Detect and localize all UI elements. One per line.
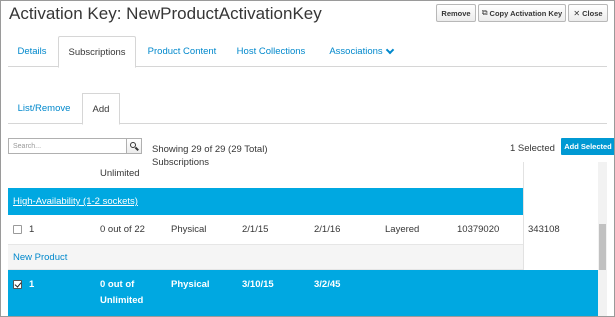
row-attached-line1: 0 out of: [100, 279, 135, 290]
table-scrollbar[interactable]: [598, 162, 607, 316]
tab-details[interactable]: Details: [8, 36, 56, 67]
table-row-selected: 1 0 out of Unlimited Physical 3/10/15 3/…: [8, 270, 598, 316]
tab-host-collections[interactable]: Host Collections: [228, 36, 314, 67]
tab-subscriptions-label: Subscriptions: [68, 46, 126, 58]
row-checkbox-checked[interactable]: [13, 280, 22, 289]
table-row: 1 0 out of 22 Physical 2/1/15 2/1/16 Lay…: [8, 215, 598, 244]
search-placeholder: Search...: [13, 142, 42, 150]
page-title: Activation Key: NewProductActivationKey: [9, 4, 322, 23]
activation-key-panel: Activation Key: NewProductActivationKey …: [0, 0, 615, 317]
row-type: Physical: [171, 279, 210, 290]
row-attached: 0 out of 22: [100, 224, 145, 235]
copy-button-label: Copy Activation Key: [489, 8, 563, 18]
chevron-down-icon: [385, 45, 394, 54]
tab-details-label: Details: [17, 46, 47, 57]
tab-list-remove[interactable]: List/Remove: [8, 93, 80, 124]
subscriptions-table: Unlimited High-Availability (1-2 sockets…: [8, 162, 598, 316]
row-attached-line2: Unlimited: [100, 295, 144, 306]
row-type: Physical: [171, 224, 207, 235]
tab-product-content-label: Product Content: [147, 46, 217, 57]
tab-host-collections-label: Host Collections: [236, 46, 306, 57]
close-icon: ✕: [573, 8, 581, 18]
tab-list-remove-label: List/Remove: [17, 103, 71, 114]
sub-tabs: List/Remove Add: [8, 93, 607, 125]
close-button[interactable]: ✕ Close: [568, 4, 608, 22]
remove-button[interactable]: Remove: [436, 4, 476, 22]
row-start-date: 3/10/15: [242, 279, 274, 290]
group-link-new-product[interactable]: New Product: [13, 252, 67, 263]
main-tabs: Details Subscriptions Product Content Ho…: [8, 36, 607, 68]
row-quantity: 1: [29, 279, 35, 290]
copy-activation-key-button[interactable]: ⧉ Copy Activation Key: [478, 4, 566, 22]
add-selected-button[interactable]: Add Selected: [561, 138, 614, 155]
remove-button-label: Remove: [441, 8, 471, 18]
scrollbar-thumb[interactable]: [599, 224, 606, 270]
add-selected-label: Add Selected: [564, 142, 612, 151]
search-input[interactable]: Search...: [8, 138, 126, 154]
group-header-high-availability: High-Availability (1-2 sockets): [8, 188, 523, 215]
tab-add-label: Add: [92, 103, 110, 115]
copy-icon: ⧉: [481, 8, 488, 17]
search-icon: [130, 142, 139, 151]
row-account: 343108: [528, 224, 560, 235]
tab-associations-label: Associations: [329, 46, 383, 57]
tab-add[interactable]: Add: [82, 93, 120, 125]
tab-subscriptions[interactable]: Subscriptions: [58, 36, 136, 68]
row-end-date: 2/1/16: [314, 224, 341, 235]
search-button[interactable]: [126, 138, 142, 154]
close-button-label: Close: [582, 8, 603, 18]
row-start-date: 2/1/15: [242, 224, 269, 235]
row-end-date: 3/2/45: [314, 279, 341, 290]
row-quantity: 1: [29, 224, 35, 235]
selected-count: 1 Selected: [510, 143, 555, 154]
row-contract: 10379020: [457, 224, 500, 235]
group-header-new-product: New Product: [8, 244, 523, 270]
group-link-high-availability[interactable]: High-Availability (1-2 sockets): [13, 196, 138, 207]
row-checkbox[interactable]: [13, 225, 22, 234]
partial-row-value: Unlimited: [100, 168, 140, 179]
row-support-level: Layered: [385, 224, 420, 235]
tab-product-content[interactable]: Product Content: [138, 36, 226, 67]
tab-associations[interactable]: Associations: [316, 36, 406, 67]
